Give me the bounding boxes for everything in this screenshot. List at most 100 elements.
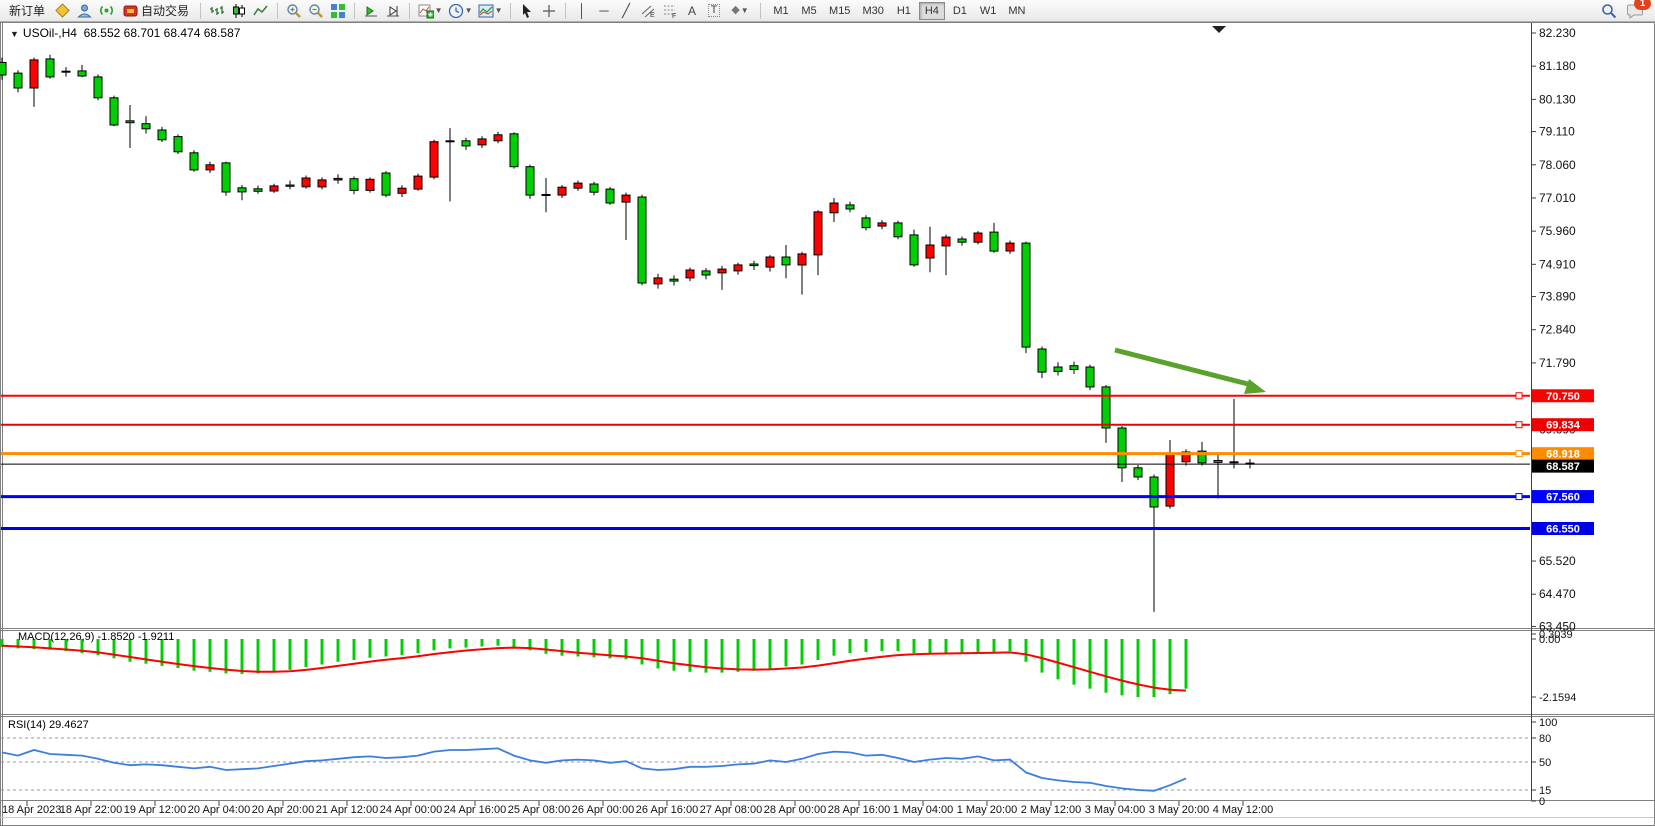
bear-candle — [1214, 461, 1222, 463]
svg-text:71.790: 71.790 — [1539, 356, 1576, 370]
toolbar-right: 1 — [1599, 1, 1651, 21]
timeframe-M15[interactable]: M15 — [824, 2, 855, 20]
price-badge-68.918: 68.918 — [1532, 447, 1594, 461]
toolbar-separator — [565, 3, 566, 19]
bull-candle — [766, 257, 774, 267]
zoom-in-icon[interactable] — [284, 1, 304, 21]
bar-chart-icon[interactable] — [207, 1, 227, 21]
svg-text:2 May 12:00: 2 May 12:00 — [1021, 804, 1082, 816]
svg-text:3 May 04:00: 3 May 04:00 — [1085, 804, 1146, 816]
toolbar-separator — [200, 3, 201, 19]
svg-text:77.010: 77.010 — [1539, 191, 1576, 205]
notification-count-badge: 1 — [1634, 0, 1651, 10]
signal-icon[interactable] — [96, 1, 116, 21]
timeframe-H4[interactable]: H4 — [919, 2, 945, 20]
auto-scroll-icon[interactable] — [361, 1, 381, 21]
text-label-icon[interactable]: T — [704, 1, 724, 21]
bear-candle — [14, 73, 22, 88]
svg-text:26 Apr 16:00: 26 Apr 16:00 — [636, 804, 698, 816]
trendline-icon[interactable]: ╱ — [616, 1, 636, 21]
toolbar-separator — [510, 3, 511, 19]
timeframe-H1[interactable]: H1 — [891, 2, 917, 20]
svg-text:80: 80 — [1539, 733, 1551, 745]
svg-text:69.834: 69.834 — [1546, 420, 1581, 432]
new-order-label: 新订单 — [9, 2, 45, 19]
bear-candle — [782, 257, 790, 265]
timeframe-M30[interactable]: M30 — [857, 2, 888, 20]
bear-candle — [94, 77, 102, 98]
bull-candle — [974, 233, 982, 242]
timeframe-MN[interactable]: MN — [1003, 2, 1030, 20]
svg-text:1 May 04:00: 1 May 04:00 — [893, 804, 954, 816]
dropdown-icon: ▼ — [495, 6, 503, 15]
chart-shift-icon[interactable] — [383, 1, 403, 21]
search-icon[interactable] — [1599, 1, 1619, 21]
svg-text:4 May 12:00: 4 May 12:00 — [1213, 804, 1274, 816]
svg-text:68.918: 68.918 — [1546, 449, 1580, 461]
svg-text:24 Apr 16:00: 24 Apr 16:00 — [444, 804, 506, 816]
bear-candle — [1150, 477, 1158, 507]
bear-candle — [1118, 428, 1126, 468]
auto-trading-label: 自动交易 — [141, 2, 189, 19]
equidistant-channel-icon[interactable]: E — [638, 1, 658, 21]
periods-icon[interactable]: ▼ — [446, 1, 474, 21]
bear-candle — [990, 232, 998, 251]
bull-candle — [734, 265, 742, 271]
timeframe-W1[interactable]: W1 — [975, 2, 1002, 20]
bull-candle — [1166, 454, 1174, 507]
chart-canvas[interactable]: 82.23081.18080.13079.11078.06077.01075.9… — [0, 0, 1655, 826]
bear-candle — [350, 179, 358, 191]
bear-candle — [1022, 243, 1030, 347]
horizontal-line-icon[interactable]: ─ — [594, 1, 614, 21]
svg-text:0.00: 0.00 — [1539, 634, 1560, 646]
dropdown-icon: ▼ — [741, 6, 749, 15]
svg-text:79.110: 79.110 — [1539, 125, 1575, 139]
crosshair-icon[interactable] — [539, 1, 559, 21]
bull-candle — [942, 237, 950, 246]
timeframe-M1[interactable]: M1 — [768, 2, 794, 20]
tile-windows-icon[interactable] — [328, 1, 348, 21]
timeframe-D1[interactable]: D1 — [947, 2, 973, 20]
bear-candle — [670, 279, 678, 281]
svg-text:25 Apr 08:00: 25 Apr 08:00 — [508, 804, 570, 816]
bear-candle — [174, 137, 182, 152]
shapes-icon[interactable]: ◆ ▼ — [726, 1, 754, 21]
svg-text:64.470: 64.470 — [1539, 587, 1576, 601]
bear-candle — [110, 98, 118, 125]
bear-candle — [750, 264, 758, 266]
svg-text:21 Apr 12:00: 21 Apr 12:00 — [316, 804, 378, 816]
svg-text:27 Apr 08:00: 27 Apr 08:00 — [700, 804, 762, 816]
bear-candle — [1230, 462, 1238, 463]
svg-text:66.550: 66.550 — [1546, 523, 1580, 535]
bear-candle — [606, 189, 614, 203]
svg-text:18 Apr 22:00: 18 Apr 22:00 — [60, 804, 122, 816]
price-badge-70.750: 70.750 — [1532, 389, 1594, 403]
svg-text:28 Apr 16:00: 28 Apr 16:00 — [828, 804, 890, 816]
svg-text:19 Apr 12:00: 19 Apr 12:00 — [124, 804, 186, 816]
timeframe-M5[interactable]: M5 — [796, 2, 822, 20]
profile-icon[interactable] — [74, 1, 94, 21]
svg-text:73.890: 73.890 — [1539, 290, 1576, 304]
bear-candle — [542, 195, 550, 196]
cursor-icon[interactable] — [517, 1, 537, 21]
dropdown-icon: ▼ — [465, 6, 473, 15]
zoom-out-icon[interactable] — [306, 1, 326, 21]
candlestick-chart-icon[interactable] — [229, 1, 249, 21]
bull-candle — [414, 176, 422, 189]
svg-text:100: 100 — [1539, 717, 1557, 729]
new-order-button[interactable]: 新订单 — [4, 1, 50, 21]
svg-text:75.960: 75.960 — [1539, 224, 1576, 238]
vertical-line-icon[interactable]: │ — [572, 1, 592, 21]
toolbar-separator — [409, 3, 410, 19]
bear-candle — [846, 205, 854, 209]
text-icon[interactable]: A — [682, 1, 702, 21]
indicators-icon[interactable]: ▼ — [416, 1, 444, 21]
bull-candle — [366, 179, 374, 190]
line-chart-icon[interactable] — [251, 1, 271, 21]
notifications-icon[interactable]: 1 — [1625, 1, 1645, 21]
templates-icon[interactable]: ▼ — [476, 1, 504, 21]
fibonacci-icon[interactable]: F — [660, 1, 680, 21]
auto-trading-button[interactable]: 自动交易 — [118, 1, 194, 21]
bull-candle — [206, 165, 214, 170]
tag-icon[interactable] — [52, 1, 72, 21]
